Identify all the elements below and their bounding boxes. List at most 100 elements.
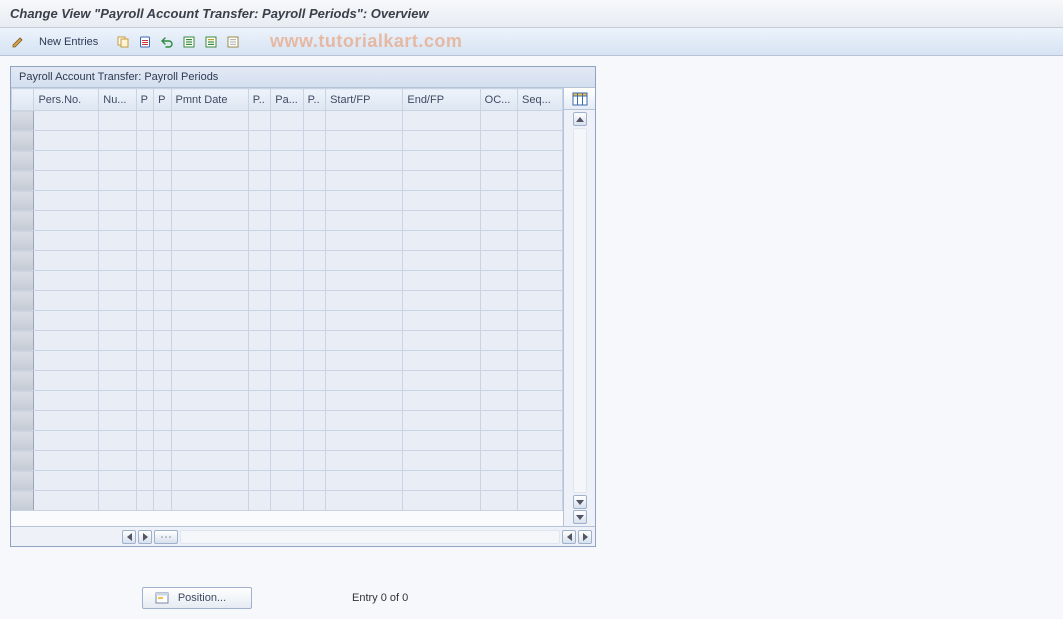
- cell[interactable]: [518, 331, 563, 351]
- cell[interactable]: [326, 231, 403, 251]
- col-pers-no[interactable]: Pers.No.: [34, 89, 99, 111]
- cell[interactable]: [271, 291, 303, 311]
- cell[interactable]: [403, 191, 480, 211]
- row-selector[interactable]: [12, 491, 34, 511]
- cell[interactable]: [171, 491, 248, 511]
- cell[interactable]: [99, 271, 136, 291]
- scroll-left-button[interactable]: [122, 530, 136, 544]
- cell[interactable]: [271, 171, 303, 191]
- cell[interactable]: [171, 171, 248, 191]
- cell[interactable]: [480, 311, 517, 331]
- cell[interactable]: [480, 131, 517, 151]
- row-selector[interactable]: [12, 151, 34, 171]
- row-selector[interactable]: [12, 391, 34, 411]
- cell[interactable]: [518, 211, 563, 231]
- cell[interactable]: [248, 171, 270, 191]
- cell[interactable]: [303, 431, 325, 451]
- cell[interactable]: [326, 271, 403, 291]
- cell[interactable]: [136, 111, 153, 131]
- cell[interactable]: [248, 371, 270, 391]
- cell[interactable]: [271, 451, 303, 471]
- cell[interactable]: [326, 471, 403, 491]
- cell[interactable]: [326, 311, 403, 331]
- cell[interactable]: [136, 211, 153, 231]
- cell[interactable]: [171, 311, 248, 331]
- cell[interactable]: [154, 451, 171, 471]
- cell[interactable]: [136, 351, 153, 371]
- col-select[interactable]: [12, 89, 34, 111]
- cell[interactable]: [480, 111, 517, 131]
- new-entries-button[interactable]: New Entries: [30, 32, 107, 52]
- col-p2[interactable]: P: [154, 89, 171, 111]
- cell[interactable]: [403, 311, 480, 331]
- cell[interactable]: [154, 491, 171, 511]
- cell[interactable]: [403, 371, 480, 391]
- cell[interactable]: [326, 351, 403, 371]
- cell[interactable]: [248, 451, 270, 471]
- row-selector[interactable]: [12, 351, 34, 371]
- cell[interactable]: [34, 251, 99, 271]
- cell[interactable]: [99, 411, 136, 431]
- cell[interactable]: [271, 151, 303, 171]
- cell[interactable]: [271, 111, 303, 131]
- hscroll-track[interactable]: [180, 530, 560, 544]
- deselect-all-icon[interactable]: [223, 32, 243, 52]
- cell[interactable]: [34, 151, 99, 171]
- cell[interactable]: [518, 131, 563, 151]
- row-selector[interactable]: [12, 411, 34, 431]
- cell[interactable]: [171, 211, 248, 231]
- cell[interactable]: [154, 271, 171, 291]
- cell[interactable]: [303, 111, 325, 131]
- cell[interactable]: [518, 351, 563, 371]
- cell[interactable]: [136, 411, 153, 431]
- cell[interactable]: [248, 311, 270, 331]
- cell[interactable]: [518, 311, 563, 331]
- row-selector[interactable]: [12, 171, 34, 191]
- cell[interactable]: [480, 291, 517, 311]
- col-number[interactable]: Nu...: [99, 89, 136, 111]
- cell[interactable]: [403, 431, 480, 451]
- cell[interactable]: [248, 211, 270, 231]
- cell[interactable]: [518, 451, 563, 471]
- cell[interactable]: [154, 291, 171, 311]
- cell[interactable]: [326, 191, 403, 211]
- cell[interactable]: [480, 431, 517, 451]
- cell[interactable]: [271, 251, 303, 271]
- cell[interactable]: [34, 271, 99, 291]
- cell[interactable]: [271, 131, 303, 151]
- cell[interactable]: [171, 391, 248, 411]
- cell[interactable]: [403, 131, 480, 151]
- cell[interactable]: [518, 231, 563, 251]
- cell[interactable]: [480, 211, 517, 231]
- cell[interactable]: [326, 291, 403, 311]
- cell[interactable]: [154, 151, 171, 171]
- cell[interactable]: [518, 411, 563, 431]
- cell[interactable]: [480, 251, 517, 271]
- cell[interactable]: [271, 191, 303, 211]
- cell[interactable]: [326, 111, 403, 131]
- cell[interactable]: [326, 331, 403, 351]
- cell[interactable]: [34, 131, 99, 151]
- cell[interactable]: [248, 151, 270, 171]
- cell[interactable]: [154, 331, 171, 351]
- cell[interactable]: [248, 391, 270, 411]
- cell[interactable]: [303, 351, 325, 371]
- cell[interactable]: [326, 491, 403, 511]
- cell[interactable]: [326, 451, 403, 471]
- cell[interactable]: [99, 471, 136, 491]
- cell[interactable]: [271, 371, 303, 391]
- cell[interactable]: [34, 191, 99, 211]
- cell[interactable]: [171, 271, 248, 291]
- scroll-right-button[interactable]: [138, 530, 152, 544]
- cell[interactable]: [303, 151, 325, 171]
- row-selector[interactable]: [12, 111, 34, 131]
- cell[interactable]: [171, 231, 248, 251]
- cell[interactable]: [271, 211, 303, 231]
- cell[interactable]: [248, 131, 270, 151]
- row-selector[interactable]: [12, 191, 34, 211]
- cell[interactable]: [403, 411, 480, 431]
- cell[interactable]: [248, 351, 270, 371]
- cell[interactable]: [171, 471, 248, 491]
- cell[interactable]: [518, 491, 563, 511]
- cell[interactable]: [518, 111, 563, 131]
